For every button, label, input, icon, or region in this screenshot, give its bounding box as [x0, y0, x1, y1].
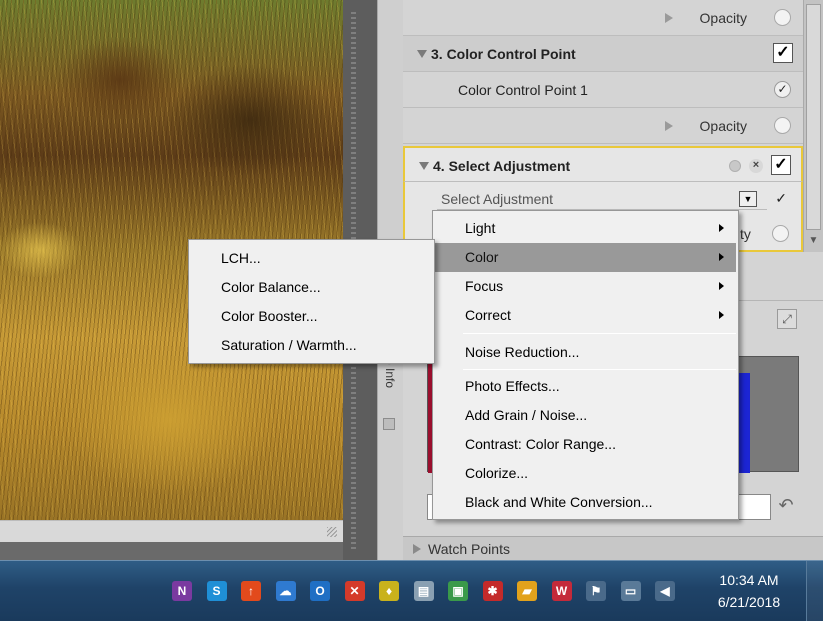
opacity-label: Opacity [699, 118, 747, 134]
remove-icon[interactable]: × [749, 159, 763, 173]
collapse-arrow-icon[interactable] [419, 162, 429, 170]
submenu-arrow-icon [719, 253, 724, 261]
section-color-control-point[interactable]: 3. Color Control Point ✓ [403, 36, 803, 72]
expand-arrow-icon[interactable] [665, 13, 673, 23]
clock-date[interactable]: 6/21/2018 [712, 594, 786, 610]
menu-item-colorize[interactable]: Colorize... [435, 459, 736, 488]
flag-icon[interactable]: ⚑ [586, 581, 606, 601]
control-point-check[interactable]: ✓ [774, 81, 791, 98]
resize-grip-icon[interactable] [327, 527, 337, 537]
outlook-icon[interactable]: O [310, 581, 330, 601]
collapse-arrow-icon[interactable] [417, 50, 427, 58]
virus-icon[interactable]: ✱ [482, 581, 503, 601]
show-desktop-button[interactable] [806, 561, 823, 621]
folder-icon[interactable]: ▰ [517, 581, 537, 601]
clock-time[interactable]: 10:34 AM [712, 572, 786, 588]
skype-icon[interactable]: S [206, 581, 227, 601]
submenu-item-color-balance[interactable]: Color Balance... [191, 273, 432, 302]
control-point-label: Color Control Point 1 [458, 82, 588, 98]
section-title: 4. Select Adjustment [433, 158, 571, 174]
color-submenu: LCH... Color Balance... Color Booster...… [188, 239, 435, 364]
menu-item-light[interactable]: Light [435, 214, 736, 243]
opacity-radio[interactable] [774, 117, 791, 134]
expand-icon[interactable]: ⤢ [777, 309, 797, 329]
nik-icon[interactable]: N [172, 581, 192, 601]
opacity-row[interactable]: Opacity [403, 0, 803, 36]
antivirus-icon[interactable]: W [551, 581, 572, 601]
menu-item-noise-reduction[interactable]: Noise Reduction... [435, 338, 736, 367]
menu-separator [463, 369, 736, 370]
shield-icon[interactable]: ♦ [379, 581, 399, 601]
side-panel-toggle-icon[interactable] [383, 418, 395, 430]
opacity-label: Opacity [699, 10, 747, 26]
opacity-radio[interactable] [772, 225, 789, 242]
drive-icon[interactable]: ▤ [413, 581, 434, 601]
select-adjustment-dropdown[interactable]: Select Adjustment [437, 188, 767, 210]
select-adjustment-menu: Light Color Focus Correct Noise Reductio… [432, 210, 739, 520]
network-icon[interactable]: ▭ [620, 581, 641, 601]
submenu-item-color-booster[interactable]: Color Booster... [191, 302, 432, 331]
section-enable-checkbox[interactable]: ✓ [773, 43, 793, 63]
expand-arrow-icon[interactable] [413, 544, 421, 554]
opacity-label-partial: ty [740, 226, 751, 242]
canvas-scrollbar[interactable] [0, 520, 343, 542]
cloud-icon[interactable]: ☁ [275, 581, 296, 601]
section-title: 3. Color Control Point [431, 46, 576, 62]
panel-scrollbar[interactable]: ▼ [803, 0, 823, 252]
scroll-down-icon[interactable]: ▼ [806, 234, 821, 248]
section-select-adjustment[interactable]: 4. Select Adjustment × ✓ [403, 146, 803, 182]
submenu-item-saturation-warmth[interactable]: Saturation / Warmth... [191, 331, 432, 360]
menu-item-focus[interactable]: Focus [435, 272, 736, 301]
watch-points-label: Watch Points [428, 541, 510, 557]
submenu-arrow-icon [719, 282, 724, 290]
menu-item-add-grain[interactable]: Add Grain / Noise... [435, 401, 736, 430]
submenu-arrow-icon [719, 224, 724, 232]
monitor-icon[interactable]: ▣ [448, 581, 468, 601]
update-icon[interactable]: ↑ [241, 581, 261, 601]
visibility-dot-icon[interactable] [729, 160, 741, 172]
expand-arrow-icon[interactable] [665, 121, 673, 131]
select-check[interactable]: ✓ [775, 190, 787, 207]
dropdown-arrow-icon[interactable]: ▼ [739, 191, 757, 207]
menu-item-correct[interactable]: Correct [435, 301, 736, 330]
submenu-arrow-icon [719, 311, 724, 319]
menu-item-bw-conversion[interactable]: Black and White Conversion... [435, 488, 736, 517]
undo-icon[interactable]: ↶ [775, 494, 797, 516]
section-enable-checkbox[interactable]: ✓ [771, 155, 791, 175]
menu-item-contrast-color-range[interactable]: Contrast: Color Range... [435, 430, 736, 459]
opacity-row-2[interactable]: Opacity [403, 108, 803, 144]
tools-icon[interactable]: ✕ [344, 581, 365, 601]
scroll-thumb[interactable] [806, 4, 821, 230]
watch-points-header[interactable]: Watch Points [403, 536, 823, 560]
menu-item-color[interactable]: Color [435, 243, 736, 272]
windows-taskbar: N S ↑ ☁ O ✕ ♦ ▤ ▣ ✱ ▰ W ⚑ ▭ ◀ 10:34 AM 6/21/2018 [0, 560, 823, 621]
side-panel-label[interactable]: o Info [381, 358, 397, 402]
volume-icon[interactable]: ◀ [655, 581, 675, 601]
submenu-item-lch[interactable]: LCH... [191, 244, 432, 273]
control-point-row[interactable]: Color Control Point 1 ✓ [403, 72, 803, 108]
opacity-radio[interactable] [774, 9, 791, 26]
menu-item-photo-effects[interactable]: Photo Effects... [435, 372, 736, 401]
menu-separator [463, 333, 736, 334]
